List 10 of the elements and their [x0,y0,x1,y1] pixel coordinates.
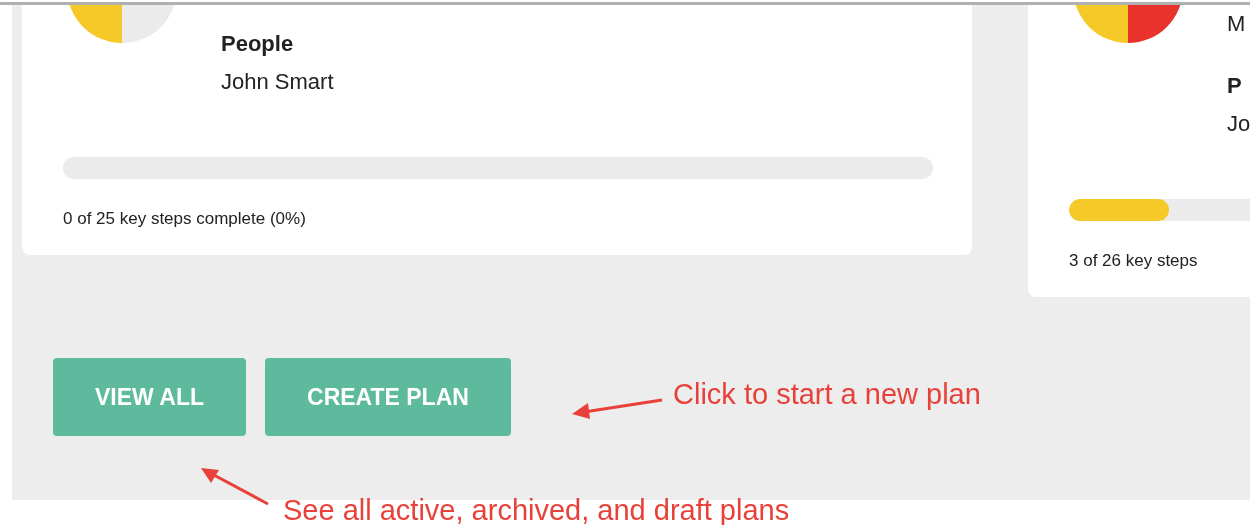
field-value: M [1227,10,1247,38]
field-label: People [221,30,295,58]
action-button[interactable]: VIEW ALL [53,358,247,436]
action-button[interactable]: CREATE PLAN [265,358,511,436]
field-label: P [1227,72,1243,100]
field-value: Jo [1227,110,1250,138]
progress-text: 3 of 26 key steps [1069,251,1199,271]
progress-text: 0 of 25 key steps complete (0%) [63,209,307,229]
annotation-text: Click to start a new plan [673,378,981,411]
field-value: John Smart [221,68,334,96]
